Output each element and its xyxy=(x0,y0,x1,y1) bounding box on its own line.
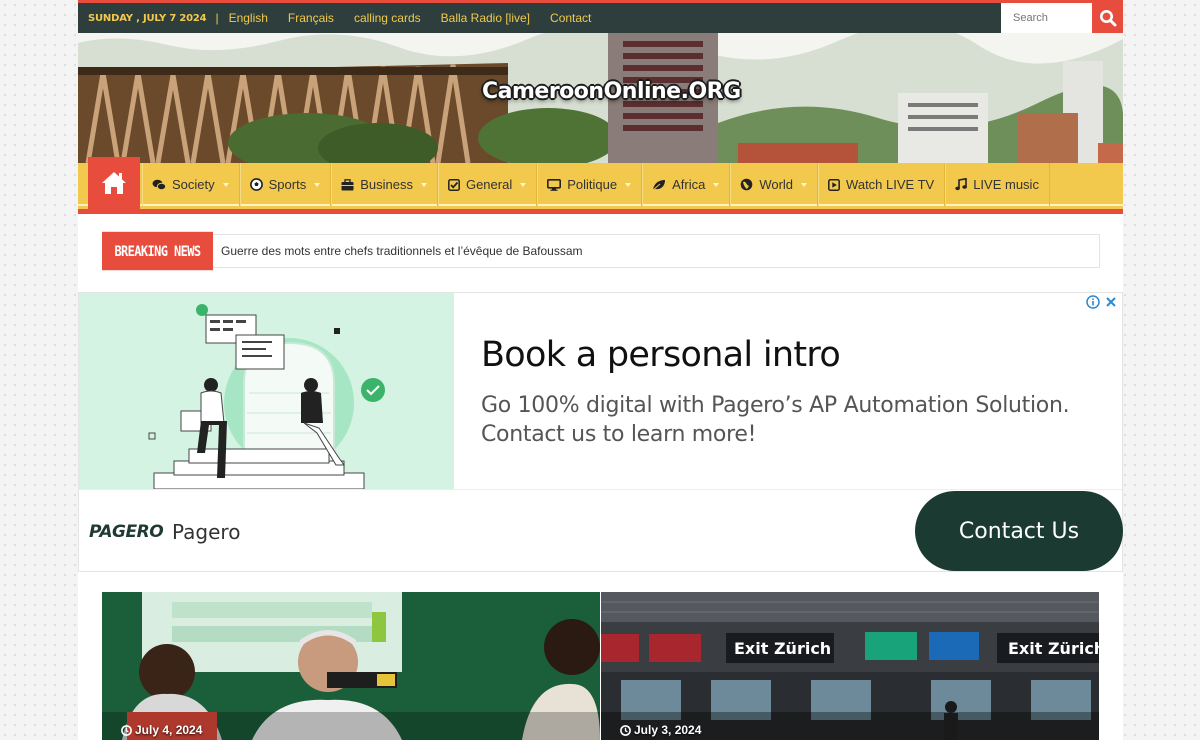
nav-items: Society Sports Business General Politiqu… xyxy=(142,163,1050,206)
ad-body: Go 100% digital with Pagero’s AP Automat… xyxy=(481,393,1070,447)
nav-item-label: Business xyxy=(360,177,413,192)
comments-icon xyxy=(152,179,166,191)
clock-icon xyxy=(620,724,631,736)
nav-item-society[interactable]: Society xyxy=(142,163,240,206)
chevron-down-icon xyxy=(420,183,427,187)
briefcase-icon xyxy=(341,178,354,191)
nav-item-sports[interactable]: Sports xyxy=(239,163,332,206)
nav-item-africa[interactable]: Africa xyxy=(642,163,731,206)
search-button[interactable] xyxy=(1092,3,1123,33)
nav-item-label: World xyxy=(759,177,794,192)
top-nav: English Français calling cards Balla Rad… xyxy=(229,11,612,25)
contact-us-button[interactable]: Contact Us xyxy=(915,491,1123,571)
nav-item-general[interactable]: General xyxy=(437,163,538,206)
nav-item-world[interactable]: World xyxy=(730,163,819,206)
breaking-news-headline[interactable]: Guerre des mots entre chefs traditionnel… xyxy=(221,244,583,258)
news-card-date-text: July 4, 2024 xyxy=(135,723,203,737)
featured-news: July 4, 2024 Exit Zürich Exit Zürich Jul… xyxy=(102,592,1099,740)
nav-item-business[interactable]: Business xyxy=(331,163,438,206)
news-card-image xyxy=(102,592,600,740)
check-square-icon xyxy=(448,178,460,191)
nav-item-label: Africa xyxy=(672,177,706,192)
ad-info-icon[interactable] xyxy=(1086,295,1100,309)
top-link-contact[interactable]: Contact xyxy=(550,11,591,25)
advertisement[interactable]: Book a personal intro Go 100% digital wi… xyxy=(78,292,1123,572)
ad-brand-name: Pagero xyxy=(172,520,241,544)
news-card-image: Exit Zürich Exit Zürich xyxy=(601,592,1099,740)
date-separator: | xyxy=(215,11,219,25)
main-nav: Society Sports Business General Politiqu… xyxy=(78,157,1123,214)
breaking-news-bar: BREAKING NEWS Guerre des mots entre chef… xyxy=(102,231,1100,271)
nav-item-label: Sports xyxy=(268,177,307,192)
globe-icon xyxy=(740,178,753,191)
chevron-down-icon xyxy=(520,183,527,187)
top-link-francais[interactable]: Français xyxy=(288,11,334,25)
exit-zurich-sign-2: Exit Zürich xyxy=(1008,639,1099,658)
news-card[interactable]: Exit Zürich Exit Zürich July 3, 2024 xyxy=(601,592,1099,740)
nav-item-label: General xyxy=(465,177,513,192)
nav-item-label: Society xyxy=(172,177,215,192)
nav-item-label: Politique xyxy=(567,177,618,192)
nav-item-label: LIVE music xyxy=(973,177,1039,192)
top-link-calling-cards[interactable]: calling cards xyxy=(354,11,421,25)
ad-brand-row: PAGERO Pagero Contact Us xyxy=(79,489,1123,571)
chevron-down-icon xyxy=(713,183,720,187)
ad-illustration xyxy=(79,293,454,490)
exit-zurich-sign-1: Exit Zürich xyxy=(734,639,831,658)
news-card-date: July 4, 2024 xyxy=(121,723,202,737)
clock-icon xyxy=(121,724,132,736)
top-link-english[interactable]: English xyxy=(229,11,268,25)
music-icon xyxy=(955,178,968,191)
leaf-icon xyxy=(652,179,666,191)
chevron-down-icon xyxy=(222,183,229,187)
home-icon xyxy=(102,172,126,194)
play-square-icon xyxy=(828,178,840,191)
chevron-down-icon xyxy=(801,183,808,187)
current-date: SUNDAY , JULY 7 2024 xyxy=(88,12,207,24)
page-container: SUNDAY , JULY 7 2024 | English Français … xyxy=(78,0,1123,740)
close-icon[interactable] xyxy=(1104,295,1118,309)
header-banner: CameroonOnline.ORG xyxy=(78,33,1123,163)
ad-headline[interactable]: Book a personal intro xyxy=(481,335,841,375)
chevron-down-icon xyxy=(314,183,321,187)
nav-item-live-music[interactable]: LIVE music xyxy=(945,163,1050,206)
search-input[interactable] xyxy=(1001,3,1092,33)
top-link-balla-radio[interactable]: Balla Radio [live] xyxy=(441,11,530,25)
news-card-date-text: July 3, 2024 xyxy=(634,723,702,737)
soccer-ball-icon xyxy=(249,178,263,191)
news-card-date: July 3, 2024 xyxy=(620,723,701,737)
pagero-logo: PAGERO xyxy=(89,522,164,542)
nav-item-politique[interactable]: Politique xyxy=(537,163,643,206)
nav-item-watch-live-tv[interactable]: Watch LIVE TV xyxy=(818,163,946,206)
desktop-icon xyxy=(547,178,562,191)
chevron-down-icon xyxy=(625,183,632,187)
breaking-news-label: BREAKING NEWS xyxy=(102,231,213,271)
nav-item-label: Watch LIVE TV xyxy=(846,177,935,192)
search-icon xyxy=(1099,10,1116,27)
home-button[interactable] xyxy=(88,157,140,209)
news-card[interactable]: July 4, 2024 xyxy=(102,592,600,740)
site-logo[interactable]: CameroonOnline.ORG xyxy=(482,79,741,104)
top-bar: SUNDAY , JULY 7 2024 | English Français … xyxy=(78,0,1123,33)
